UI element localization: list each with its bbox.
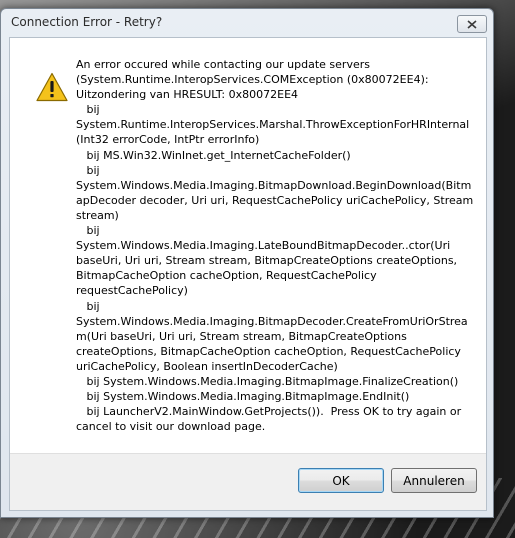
warning-triangle-icon: [36, 72, 68, 102]
dialog-content: An error occured while contacting our up…: [9, 37, 487, 511]
dialog-button-bar: OK Annuleren: [10, 453, 486, 510]
close-icon: [467, 19, 477, 29]
error-message-text: An error occured while contacting our up…: [76, 58, 474, 434]
cancel-button[interactable]: Annuleren: [391, 468, 477, 493]
ok-button[interactable]: OK: [298, 468, 384, 493]
error-dialog-window: Connection Error - Retry? An error occur…: [0, 8, 494, 518]
window-title: Connection Error - Retry?: [11, 15, 163, 29]
close-button[interactable]: [457, 15, 487, 33]
title-bar[interactable]: Connection Error - Retry?: [1, 9, 493, 37]
